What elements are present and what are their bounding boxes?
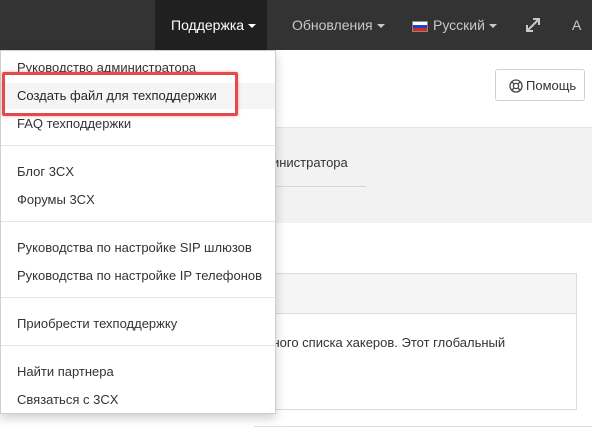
highlight-annotation-box	[2, 72, 238, 116]
russian-flag-icon	[412, 20, 428, 32]
lifebuoy-icon	[509, 78, 523, 93]
menu-divider	[1, 145, 275, 146]
chevron-down-icon	[488, 24, 497, 29]
menu-item[interactable]: Приобрести техподдержку	[1, 311, 275, 337]
menu-item[interactable]: Связаться с 3CX	[1, 387, 275, 413]
menu-divider	[1, 221, 275, 222]
divider	[254, 426, 592, 427]
info-panel-text: ерного списка хакеров. Этот глобальный	[258, 335, 506, 350]
top-navbar: Поддержка Обновления Русский A	[0, 0, 592, 50]
menu-divider	[1, 297, 275, 298]
menu-item[interactable]: Руководства по настройке IP телефонов	[1, 263, 275, 289]
menu-item[interactable]: Блог 3CX	[1, 159, 275, 185]
menu-divider	[1, 345, 275, 346]
updates-label: Обновления	[292, 17, 373, 33]
support-label: Поддержка	[171, 17, 245, 33]
fullscreen-icon[interactable]	[524, 16, 542, 34]
updates-menu-toggle[interactable]: Обновления	[292, 0, 385, 50]
info-panel-header	[255, 274, 576, 314]
menu-item[interactable]: Руководства по настройке SIP шлюзов	[1, 235, 275, 261]
user-label: A	[572, 17, 582, 33]
language-menu-toggle[interactable]: Русский	[412, 0, 497, 50]
support-menu-toggle[interactable]: Поддержка	[155, 0, 267, 50]
menu-item[interactable]: Найти партнера	[1, 359, 275, 385]
chevron-down-icon	[376, 24, 385, 29]
user-menu-toggle[interactable]: A	[572, 0, 581, 50]
help-button[interactable]: Помощь	[495, 69, 585, 101]
help-label: Помощь	[526, 78, 577, 93]
language-label: Русский	[433, 17, 485, 33]
chevron-down-icon	[248, 24, 257, 29]
menu-item[interactable]: Форумы 3CX	[1, 187, 275, 213]
